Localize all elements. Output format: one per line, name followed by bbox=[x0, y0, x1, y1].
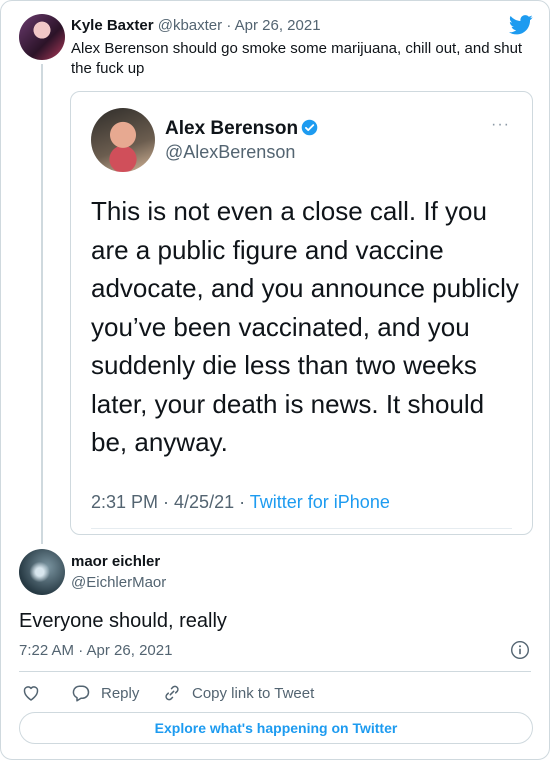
copy-link-button[interactable]: Copy link to Tweet bbox=[162, 683, 314, 703]
embedded-screenshot[interactable]: Alex Berenson @AlexBerenson ··· This is … bbox=[70, 91, 533, 535]
quoted-tweet-source: Twitter for iPhone bbox=[249, 492, 390, 512]
reply-bubble-icon bbox=[72, 685, 90, 702]
explore-twitter-button[interactable]: Explore what's happening on Twitter bbox=[19, 712, 533, 744]
alex-berenson-avatar bbox=[91, 108, 155, 172]
thread-line bbox=[41, 64, 43, 544]
twitter-bird-icon[interactable] bbox=[509, 15, 533, 35]
reply-label: Reply bbox=[101, 684, 140, 702]
reply-date[interactable]: Apr 26, 2021 bbox=[235, 17, 321, 34]
tweet-author-name-text[interactable]: maor eichler bbox=[71, 553, 160, 570]
reply-author-handle[interactable]: @kbaxter bbox=[158, 17, 222, 34]
embedded-tweet-card: Kyle Baxter @kbaxter · Apr 26, 2021 Alex… bbox=[0, 0, 550, 760]
tweet-timestamp[interactable]: 7:22 AM · Apr 26, 2021 bbox=[19, 642, 172, 659]
link-icon bbox=[165, 685, 179, 701]
quoted-author-handle: @AlexBerenson bbox=[165, 142, 296, 162]
quoted-tweet-time: 2:31 PM · 4/25/21 · bbox=[91, 492, 246, 512]
tweet-author-handle[interactable]: @EichlerMaor bbox=[71, 574, 166, 591]
heart-icon bbox=[23, 686, 39, 701]
actions-divider bbox=[19, 671, 531, 672]
reply-button[interactable]: Reply bbox=[71, 683, 139, 703]
copy-link-label: Copy link to Tweet bbox=[192, 684, 315, 702]
reply-author-name[interactable]: Kyle Baxter bbox=[71, 17, 154, 34]
kyle-baxter-avatar[interactable] bbox=[19, 14, 65, 60]
like-button[interactable] bbox=[21, 683, 51, 703]
tweet-text: Everyone should, really bbox=[19, 610, 227, 632]
reply-header: Kyle Baxter @kbaxter · Apr 26, 2021 bbox=[71, 17, 321, 34]
embed-divider bbox=[91, 528, 512, 529]
quoted-author-name: Alex Berenson bbox=[165, 118, 318, 140]
reply-separator: · bbox=[226, 17, 232, 34]
info-icon[interactable] bbox=[510, 640, 530, 660]
quoted-author-name-text: Alex Berenson bbox=[165, 118, 299, 139]
maor-eichler-avatar[interactable] bbox=[19, 549, 65, 595]
tweet-author-name: maor eichler bbox=[71, 553, 160, 570]
quoted-tweet-text: This is not even a close call. If you ar… bbox=[91, 196, 519, 457]
quoted-tweet-meta: 2:31 PM · 4/25/21 · Twitter for iPhone bbox=[91, 492, 390, 513]
reply-text: Alex Berenson should go smoke some marij… bbox=[71, 40, 523, 77]
more-options-icon: ··· bbox=[491, 116, 510, 133]
verified-badge-icon bbox=[301, 119, 318, 136]
